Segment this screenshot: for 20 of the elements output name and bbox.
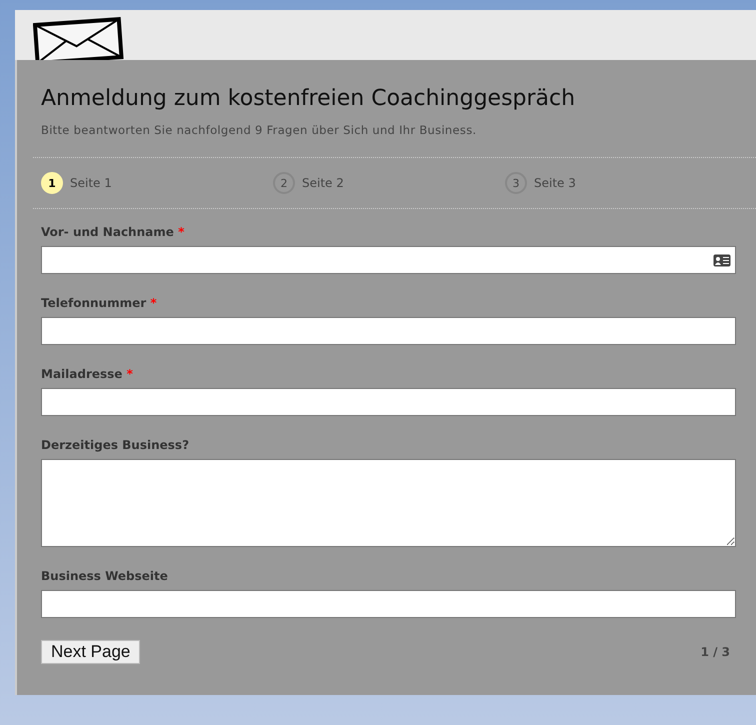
form-title: Anmeldung zum kostenfreien Coachinggespräch xyxy=(41,86,576,111)
text-area[interactable] xyxy=(41,459,736,547)
input-field[interactable] xyxy=(41,388,736,416)
envelope-icon xyxy=(33,16,125,60)
page-counter: 1 / 3 xyxy=(700,645,730,659)
next-page-button[interactable]: Next Page xyxy=(41,640,140,664)
required-asterisk: * xyxy=(150,296,157,310)
field-label: Mailadresse * xyxy=(41,367,134,381)
required-asterisk: * xyxy=(178,225,184,239)
input-field[interactable] xyxy=(41,590,736,618)
field-label: Business Webseite xyxy=(41,569,169,583)
field-label: Telefonnummer * xyxy=(41,296,158,310)
contact-card-icon xyxy=(713,254,731,266)
field-label: Vor- und Nachname * xyxy=(41,225,186,239)
input-field[interactable] xyxy=(41,246,736,274)
field-label: Derzeitiges Business? xyxy=(41,438,190,452)
input-field[interactable] xyxy=(41,317,736,345)
required-asterisk: * xyxy=(126,367,133,381)
page-step-tab[interactable]: 1 Seite 1 xyxy=(41,172,273,194)
form-subtitle: Bitte beantworten Sie nachfolgend 9 Fragen über Sich und Ihr Business. xyxy=(41,123,478,137)
